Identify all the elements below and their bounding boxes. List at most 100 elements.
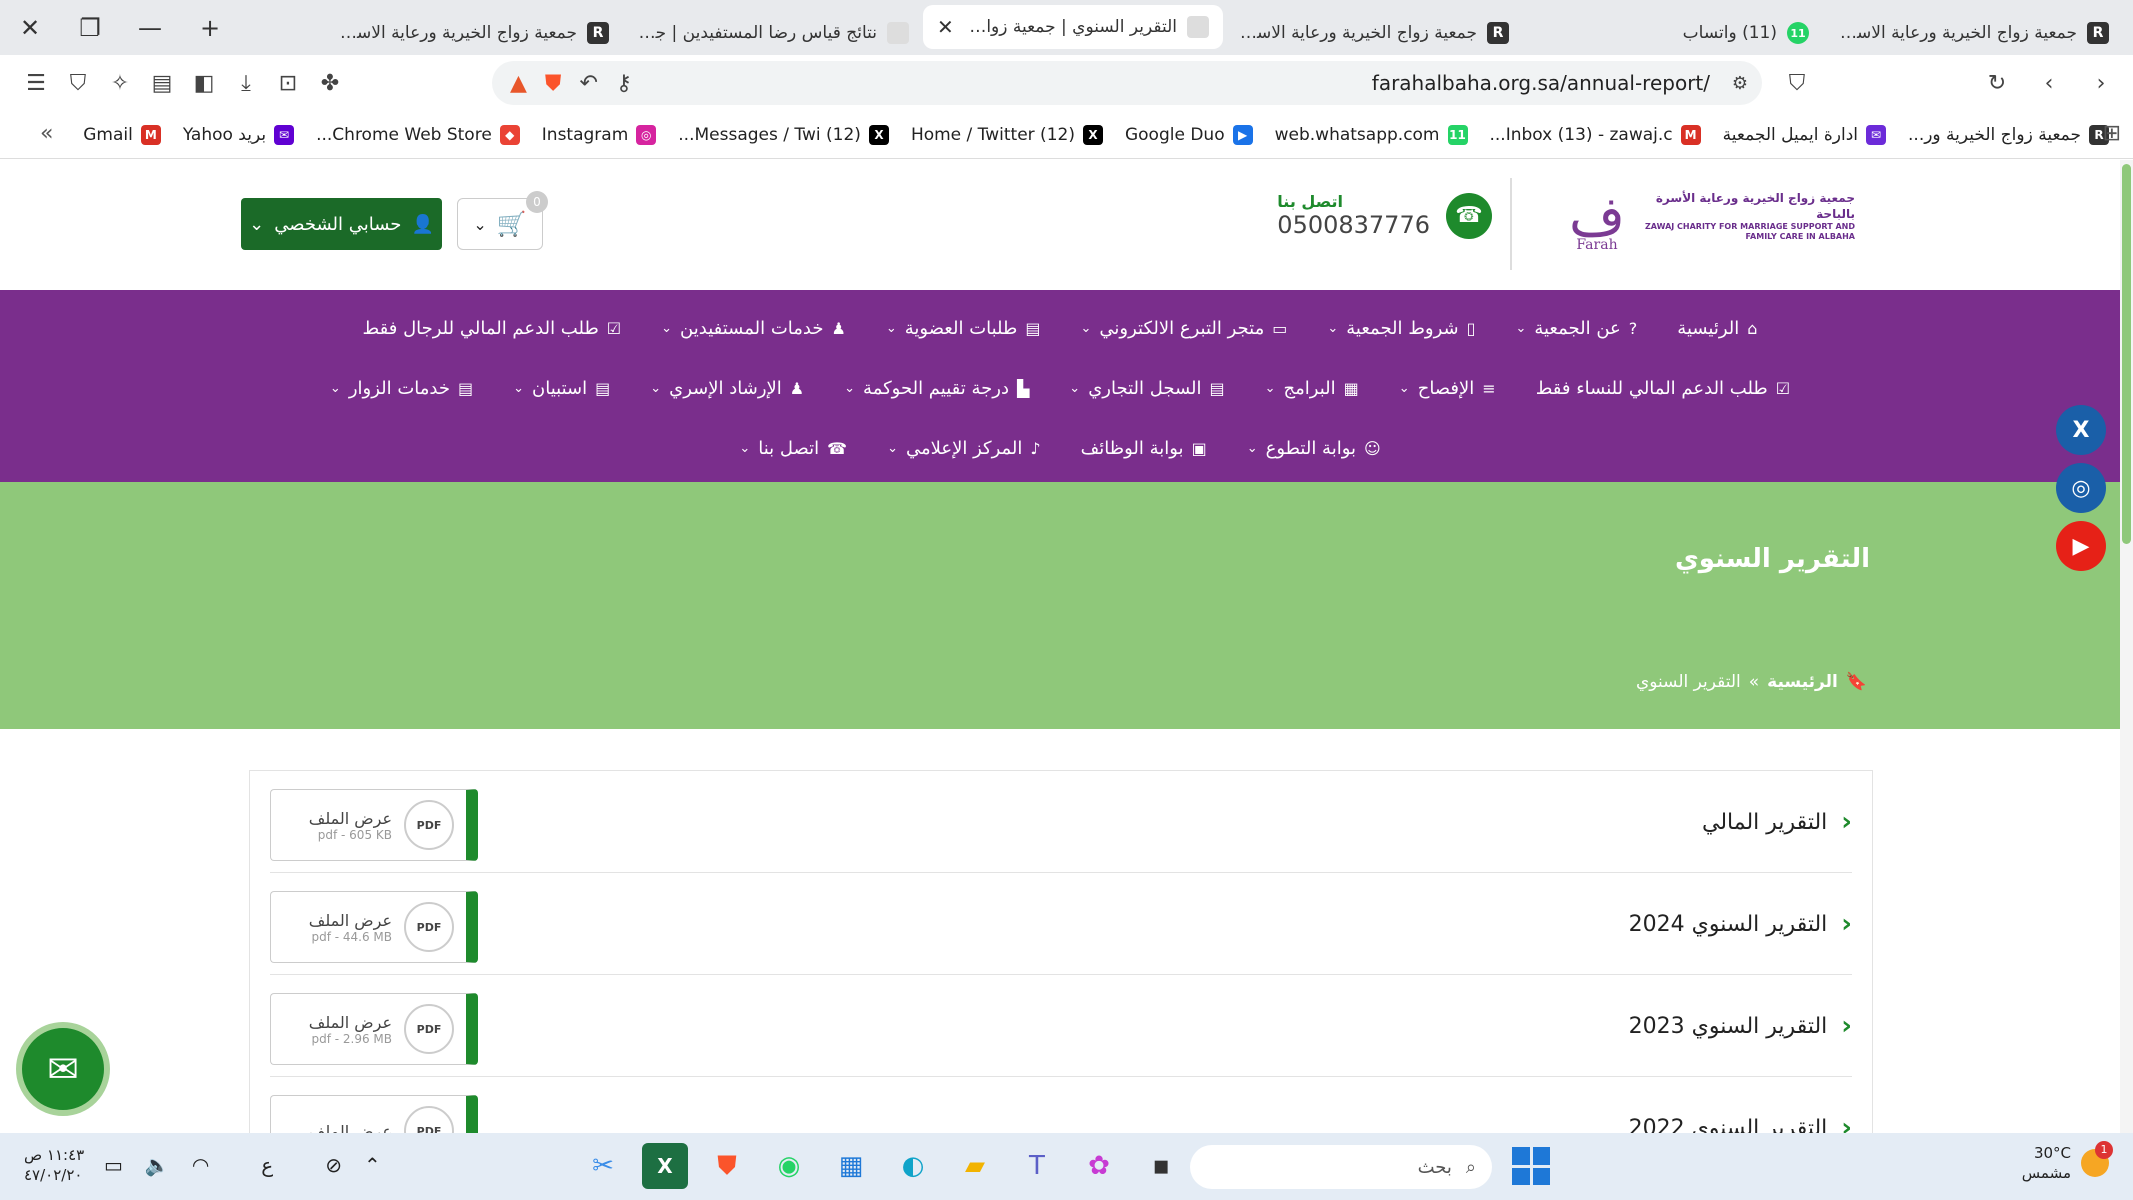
nav-item[interactable]: ≡ الإفصاح ⌄ (1399, 378, 1496, 399)
taskbar-search[interactable]: بحث ⌕ (1190, 1145, 1492, 1189)
excel-icon[interactable]: X (642, 1143, 688, 1189)
cart-button[interactable]: ⌄ 🛒 0 (457, 191, 548, 250)
nav-item[interactable]: ▦ البرامج ⌄ (1265, 378, 1359, 399)
wifi-icon[interactable]: ◠ (192, 1153, 209, 1177)
security-icon[interactable]: ⊘ (325, 1153, 342, 1177)
bookmark-item[interactable]: ✉ بريد Yahoo (183, 124, 295, 145)
browser-tab[interactable]: التقرير السنوي | جمعية زواج ال ✕ (923, 5, 1223, 49)
screenshot-icon[interactable]: ⊡ (268, 63, 308, 103)
close-window-icon[interactable]: ✕ (0, 14, 60, 42)
nav-item[interactable]: ▙ درجة تقييم الحوكمة ⌄ (844, 378, 1029, 399)
view-file-button[interactable]: PDF عرض الملف pdf - 605 KB (270, 789, 478, 861)
whatsapp-icon[interactable]: ◉ (766, 1143, 812, 1189)
sidebar-icon[interactable]: ◧ (184, 63, 224, 103)
menu-icon[interactable]: ☰ (16, 63, 56, 103)
browser-tab[interactable]: R جمعية زواج الخيرية ورعاية الاسرة با (323, 11, 623, 55)
back-icon[interactable]: ‹ (2029, 63, 2069, 103)
leo-ai-icon[interactable]: ✧ (100, 63, 140, 103)
youtube-icon[interactable]: ▶ (2056, 521, 2106, 571)
nav-item[interactable]: ? عن الجمعية ⌄ (1515, 318, 1637, 339)
bookmark-item[interactable]: ◆ Chrome Web Store... (316, 124, 520, 145)
language-indicator[interactable]: ع (261, 1153, 273, 1177)
battery-icon[interactable]: ▭ (104, 1153, 123, 1177)
brave-browser-icon[interactable]: ⛊ (704, 1143, 750, 1189)
nav-item[interactable]: ♪ المركز الإعلامي ⌄ (887, 438, 1041, 459)
forward-icon[interactable]: › (2081, 63, 2121, 103)
nav-item[interactable]: ☑ طلب الدعم المالي للنساء فقط (1536, 378, 1790, 399)
nav-item[interactable]: ▤ السجل التجاري ⌄ (1069, 378, 1224, 399)
browser-tab[interactable]: R جمعية زواج الخيرية ورعاية الاسرة با (1823, 11, 2123, 55)
restore-window-icon[interactable]: ❐ (60, 14, 120, 42)
brave-shields-icon[interactable]: ⛊ (545, 71, 562, 96)
view-file-button[interactable]: PDF عرض الملف pdf - 2.96 MB (270, 993, 478, 1065)
site-logo[interactable]: جمعية زواج الخيرية ورعاية الأسرة بالباحة… (1557, 180, 1855, 254)
phone-icon[interactable]: ☎ (1446, 192, 1492, 239)
nav-item[interactable]: ☺ بوابة التطوع ⌄ (1247, 438, 1381, 459)
nav-item[interactable]: ☑ طلب الدعم المالي للرجال فقط (363, 318, 622, 339)
site-settings-icon[interactable]: ⚙ (1732, 73, 1748, 94)
nav-item[interactable]: ▯ شروط الجمعية ⌄ (1327, 318, 1475, 339)
nav-item[interactable]: ♟ خدمات المستفيدين ⌄ (661, 318, 846, 339)
address-bar[interactable]: ▲ ⛊ ↶ ⚷ farahalbaha.org.sa/annual-report… (492, 61, 1762, 105)
bookmark-item[interactable]: X (12) Messages / Twi... (678, 124, 889, 145)
bookmark-item[interactable]: R جمعية زواج الخيرية ور... (1908, 124, 2109, 145)
nav-item[interactable]: ▤ خدمات الزوار ⌄ (330, 378, 473, 399)
bookmark-item[interactable]: X (12) Home / Twitter (911, 124, 1103, 145)
wallet-icon[interactable]: ▤ (142, 63, 182, 103)
minimize-window-icon[interactable]: — (120, 14, 180, 42)
nav-item[interactable]: ▤ استبيان ⌄ (513, 378, 610, 399)
phone-number[interactable]: 0500837776 (1277, 211, 1430, 239)
bookmark-item[interactable]: M Inbox (13) - zawaj.c... (1490, 124, 1701, 145)
nav-item[interactable]: ⌂ الرئيسية (1677, 318, 1757, 339)
instagram-icon[interactable]: ◎ (2056, 463, 2106, 513)
more-bookmarks-icon[interactable]: « (40, 121, 53, 146)
report-row[interactable]: ‹ التقرير السنوي 2024 PDF عرض الملف pdf - 4… (270, 873, 1852, 975)
bookmark-item[interactable]: M Gmail (83, 124, 161, 145)
nav-item[interactable]: ☎ اتصل بنا ⌄ (739, 438, 847, 459)
apps-grid-icon[interactable]: ⊞ (2103, 121, 2121, 146)
contact-block[interactable]: ☎ اتصل بنا 0500837776 (1277, 192, 1492, 239)
teams-icon[interactable]: T (1014, 1143, 1060, 1189)
browser-tab[interactable]: R جمعية زواج الخيرية ورعاية الاسرة با (1223, 11, 1523, 55)
bookmark-item[interactable]: ▶ Google Duo (1125, 124, 1253, 145)
brave-rewards-icon[interactable]: ▲ (510, 71, 527, 96)
volume-icon[interactable]: 🔈 (145, 1153, 170, 1177)
breadcrumb-home[interactable]: الرئيسية (1767, 672, 1838, 692)
bookmark-icon[interactable]: ⛉ (1777, 63, 1817, 103)
view-file-button[interactable]: PDF عرض الملف pdf - 44.6 MB (270, 891, 478, 963)
report-row[interactable]: ‹ التقرير السنوي 2023 PDF عرض الملف pdf - 2… (270, 975, 1852, 1077)
twitter-x-icon[interactable]: X (2056, 405, 2106, 455)
browser-tab[interactable]: نتائج قياس رضا المستفيدين | جمعي (623, 11, 923, 55)
terminal-icon[interactable]: ▪ (1138, 1143, 1184, 1189)
nav-item[interactable]: ▭ متجر التبرع الالكتروني ⌄ (1080, 318, 1287, 339)
nav-item[interactable]: ♟ الإرشاد الإسري ⌄ (650, 378, 804, 399)
nav-item[interactable]: ▣ بوابة الوظائف (1081, 438, 1207, 459)
password-key-icon[interactable]: ⚷ (616, 71, 632, 96)
file-explorer-icon[interactable]: ▰ (952, 1143, 998, 1189)
account-button[interactable]: 👤 حسابي الشخصي ⌄ (241, 198, 442, 250)
share-icon[interactable]: ↶ (579, 71, 597, 96)
reload-icon[interactable]: ↻ (1977, 63, 2017, 103)
url-text[interactable]: farahalbaha.org.sa/annual-report/ (1372, 71, 1710, 95)
snipping-tool-icon[interactable]: ✂ (580, 1143, 626, 1189)
close-tab-icon[interactable]: ✕ (937, 15, 954, 39)
mail-icon[interactable]: ✉ (16, 1022, 110, 1116)
bookmark-item[interactable]: 11 web.whatsapp.com (1275, 124, 1468, 145)
microsoft-store-icon[interactable]: ▦ (828, 1143, 874, 1189)
page-scrollbar[interactable] (2120, 160, 2133, 1133)
view-file-button[interactable]: PDF عرض الملف (270, 1095, 478, 1133)
copilot-icon[interactable]: ✿ (1076, 1143, 1122, 1189)
vpn-shield-icon[interactable]: ⛉ (58, 63, 98, 103)
chevron-up-icon[interactable]: ⌃ (364, 1153, 381, 1177)
bookmark-item[interactable]: ◎ Instagram (542, 124, 657, 145)
download-icon[interactable]: ⤓ (226, 63, 266, 103)
weather-widget[interactable]: 30°C مشمس 1 (2022, 1141, 2113, 1183)
browser-tab[interactable]: 11 (11) واتساب (1523, 11, 1823, 55)
clock[interactable]: ١١:٤٣ ص ٤٧/٠٢/٢٠ (24, 1145, 84, 1185)
start-button[interactable] (1512, 1147, 1550, 1185)
bookmark-item[interactable]: ✉ ادارة ايميل الجمعية (1723, 124, 1887, 145)
report-row[interactable]: ‹ التقرير السنوي 2022 PDF عرض الملف (270, 1077, 1852, 1133)
report-row[interactable]: ‹ التقرير المالي PDF عرض الملف pdf - 605 KB (270, 771, 1852, 873)
new-tab-icon[interactable]: + (180, 14, 240, 42)
edge-icon[interactable]: ◐ (890, 1143, 936, 1189)
